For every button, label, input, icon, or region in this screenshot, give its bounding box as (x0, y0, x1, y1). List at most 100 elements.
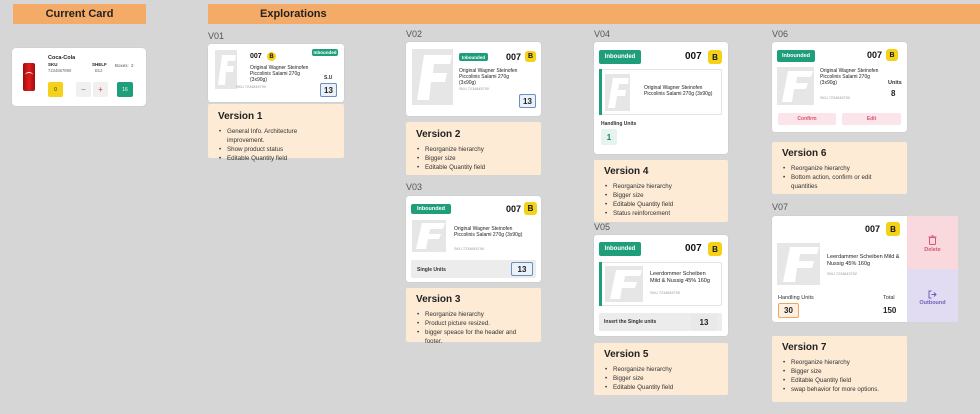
card-v04[interactable]: Inbounded 007 B Original Wagner Steinofe… (594, 42, 728, 154)
card-v07[interactable]: 007 B Leerdammer Scheiben Mild & Nussig … (772, 216, 907, 322)
version-note-v04: Version 4 Reorganize hierarchy Bigger si… (594, 160, 728, 222)
status-badge: Inbounded (459, 53, 488, 61)
note-bullet: Show product status (218, 145, 334, 154)
note-bullet: Product picture resized. (416, 319, 531, 328)
version-note-v06: Version 6 Reorganize hierarchy Bottom ac… (772, 142, 907, 194)
version-note-v02: Version 2 Reorganize hierarchy Bigger si… (406, 122, 541, 175)
quantity-value[interactable]: 8 (891, 89, 895, 98)
shelf-label: SHELF (92, 62, 107, 67)
current-card[interactable]: Coca-Cola SKU 7234567890 SHELF B12 Boxes… (12, 48, 146, 106)
decrement-button[interactable]: − (76, 82, 91, 97)
delete-action[interactable]: Delete (907, 216, 958, 269)
zone-badge: B (525, 51, 536, 62)
sku-text: SKU 7234845790 (459, 87, 489, 91)
note-bullet: Bigger size (604, 191, 718, 200)
outbound-action[interactable]: Outbound (907, 269, 958, 322)
unit-label: Units (888, 80, 902, 86)
explorations-header: Explorations (208, 4, 980, 24)
placeholder-logo-image (777, 243, 820, 285)
version-label-v04: V04 (594, 29, 611, 39)
version-note-v03: Version 3 Reorganize hierarchy Product p… (406, 288, 541, 345)
quantity-field[interactable]: 13 (691, 314, 717, 330)
product-code: 007 (865, 224, 881, 234)
version-label-v05: V05 (594, 222, 611, 232)
sku-text: SKU 7234845790 (454, 247, 484, 251)
status-badge: Inbounded (312, 49, 338, 56)
current-card-header: Current Card (13, 4, 146, 24)
note-bullet: Bigger size (416, 154, 531, 163)
version-title: Version 3 (416, 294, 461, 305)
card-v01[interactable]: 007 B Inbounded Original Wagner Steinofe… (208, 44, 344, 102)
card-v06[interactable]: Inbounded 007 B Original Wagner Steinofe… (772, 42, 907, 132)
placeholder-logo-image (412, 49, 453, 105)
card-v05[interactable]: Inbounded 007 B Leerdommer Scheiben Mild… (594, 235, 728, 336)
version-note-v07: Version 7 Reorganize hierarchy Bigger si… (772, 336, 907, 402)
sku-text: SKU 7234845790 (650, 291, 680, 295)
card-v03[interactable]: Inbounded 007 B Original Wagner Steinofe… (406, 196, 541, 282)
product-code: 007 (506, 52, 522, 62)
boxes-value: 2 (131, 63, 134, 68)
outbound-label: Outbound (919, 299, 946, 306)
delete-label: Delete (924, 247, 941, 253)
sku-text: SKU 7234845790 (820, 96, 850, 100)
note-bullet: Editable Quantity field (218, 154, 334, 163)
note-bullet: Editable Quantity field (604, 200, 718, 209)
version-title: Version 4 (604, 166, 649, 177)
shelf-value: B12 (95, 68, 103, 73)
unit-label: Handling Units (601, 121, 637, 127)
version-label-v07: V07 (772, 202, 789, 212)
note-bullet: Reorganize hierarchy (604, 182, 718, 191)
quantity-field[interactable]: 1 (601, 129, 617, 145)
product-name: Coca-Cola (48, 55, 76, 61)
product-name: Original Wagner Steinofen Piccolinis Sal… (820, 68, 879, 86)
can-swirl (25, 72, 33, 78)
placeholder-logo-image (215, 50, 237, 89)
product-name: Original Wagner Steinofen Piccolinis Sal… (250, 65, 309, 83)
status-badge: Inbounded (599, 242, 641, 256)
version-title: Version 6 (782, 148, 827, 159)
quantity-field[interactable]: 13 (320, 83, 337, 97)
product-name: Leerdommer Scheiben Mild & Nussig 45% 16… (650, 271, 710, 284)
version-title: Version 2 (416, 129, 461, 140)
note-bullet: General Info. Architecture improvement. (218, 127, 334, 145)
unit-label: Handling Units (778, 295, 814, 301)
note-bullet: Status reinforcement (604, 209, 718, 218)
edit-button[interactable]: Edit (842, 113, 901, 125)
note-bullet: Reorganize hierarchy (604, 365, 718, 374)
product-code: 007 (685, 243, 702, 254)
zone-badge: B (886, 222, 900, 236)
quantity-field[interactable]: 30 (778, 303, 799, 318)
placeholder-logo-image (412, 220, 446, 252)
unit-label: Single Units (417, 267, 446, 273)
unit-label: S.U (324, 75, 333, 81)
zone-badge: B (524, 202, 537, 215)
right-count-button[interactable]: 16 (117, 82, 133, 97)
quantity-field[interactable]: 13 (519, 94, 536, 108)
status-accent-bar (599, 262, 602, 306)
card-v02[interactable]: Inbounded 007 B Original Wagner Steinofe… (406, 42, 541, 116)
product-code: 007 (867, 50, 883, 60)
note-bullet: Bigger size (782, 367, 897, 376)
status-accent-bar (599, 69, 602, 115)
version-title: Version 7 (782, 342, 827, 353)
version-label-v03: V03 (406, 182, 423, 192)
placeholder-logo-image (605, 74, 630, 111)
increment-button[interactable]: + (93, 82, 108, 97)
product-code: 007 (685, 51, 702, 62)
version-title: Version 5 (604, 349, 649, 360)
left-count-button[interactable]: 0 (48, 82, 63, 97)
status-badge: Inbounded (777, 50, 815, 62)
version-label-v01: V01 (208, 31, 225, 41)
zone-badge: B (708, 242, 722, 256)
sku-value: 7234567890 (48, 68, 72, 73)
version-note-v05: Version 5 Reorganize hierarchy Bigger si… (594, 343, 728, 395)
note-bullet: Reorganize hierarchy (782, 164, 897, 173)
total-value: 150 (883, 306, 897, 315)
product-code: 007 (506, 204, 522, 214)
quantity-field[interactable]: 13 (511, 262, 533, 276)
confirm-button[interactable]: Confirm (778, 113, 836, 125)
unit-label: Insert the Single units (604, 319, 657, 325)
sku-label: SKU (48, 62, 58, 67)
note-bullet: Bottom action, confirm or edit quantitie… (782, 173, 897, 191)
exit-icon (928, 286, 937, 298)
